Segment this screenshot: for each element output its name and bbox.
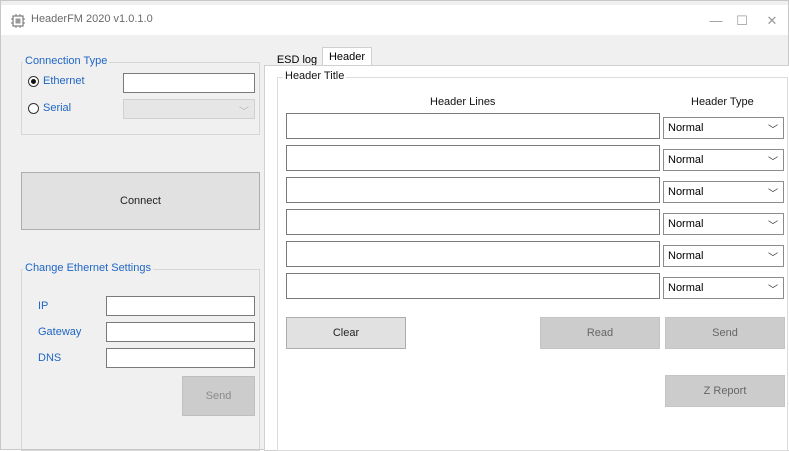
header-type-select[interactable]: Normal ﹀ <box>663 149 784 171</box>
title-bar: HeaderFM 2020 v1.0.1.0 — ☐ ✕ <box>1 5 788 35</box>
header-line-input[interactable] <box>286 177 660 203</box>
chevron-down-icon: ﹀ <box>768 253 778 264</box>
clear-button[interactable]: Clear <box>286 317 406 349</box>
dns-label: DNS <box>38 352 62 364</box>
header-type-value: Normal <box>668 186 704 198</box>
header-type-select[interactable]: Normal ﹀ <box>663 213 784 235</box>
ip-input[interactable] <box>106 296 255 316</box>
connect-button[interactable]: Connect <box>21 172 260 230</box>
header-title-legend: Header Title <box>283 70 347 82</box>
chevron-down-icon: ﹀ <box>768 221 778 232</box>
close-button[interactable]: ✕ <box>762 13 782 29</box>
gateway-input[interactable] <box>106 322 255 342</box>
read-button[interactable]: Read <box>540 317 660 349</box>
ethernet-radio-indicator[interactable] <box>28 75 39 87</box>
tab-header[interactable]: Header <box>322 47 372 66</box>
z-report-button[interactable]: Z Report <box>665 375 785 407</box>
header-line-input[interactable] <box>286 241 660 267</box>
connection-type-legend: Connection Type <box>23 55 110 67</box>
header-type-select[interactable]: Normal ﹀ <box>663 117 784 139</box>
chevron-down-icon: ﹀ <box>239 107 249 118</box>
header-type-value: Normal <box>668 250 704 262</box>
ip-label: IP <box>38 300 49 312</box>
app-window: HeaderFM 2020 v1.0.1.0 — ☐ ✕ Connection … <box>0 0 789 451</box>
header-type-select[interactable]: Normal ﹀ <box>663 245 784 267</box>
ethernet-radio-label: Ethernet <box>43 75 85 87</box>
header-line-input[interactable] <box>286 113 660 139</box>
ethernet-send-button[interactable]: Send <box>182 376 255 416</box>
header-send-button[interactable]: Send <box>665 317 785 349</box>
dns-input[interactable] <box>106 348 255 368</box>
minimize-button[interactable]: — <box>706 13 726 29</box>
window-title: HeaderFM 2020 v1.0.1.0 <box>31 13 153 25</box>
header-type-value: Normal <box>668 122 704 134</box>
chevron-down-icon: ﹀ <box>768 157 778 168</box>
app-icon <box>11 14 25 28</box>
chevron-down-icon: ﹀ <box>768 189 778 200</box>
serial-radio-label: Serial <box>43 102 72 114</box>
header-type-value: Normal <box>668 282 704 294</box>
ethernet-radio[interactable]: Ethernet <box>28 75 85 87</box>
header-line-input[interactable] <box>286 209 660 235</box>
serial-radio-indicator[interactable] <box>28 102 39 114</box>
header-type-value: Normal <box>668 218 704 230</box>
chevron-down-icon: ﹀ <box>768 285 778 296</box>
header-lines-column-label: Header Lines <box>430 96 496 108</box>
gateway-label: Gateway <box>38 326 82 338</box>
header-type-select[interactable]: Normal ﹀ <box>663 181 784 203</box>
maximize-button[interactable]: ☐ <box>732 13 752 29</box>
header-type-select[interactable]: Normal ﹀ <box>663 277 784 299</box>
ethernet-settings-legend: Change Ethernet Settings <box>23 262 153 274</box>
header-type-column-label: Header Type <box>691 96 754 108</box>
header-line-input[interactable] <box>286 145 660 171</box>
serial-port-select[interactable]: ﹀ <box>123 99 255 119</box>
ethernet-address-input[interactable] <box>123 73 255 93</box>
serial-radio[interactable]: Serial <box>28 102 71 114</box>
header-type-value: Normal <box>668 154 704 166</box>
chevron-down-icon: ﹀ <box>768 125 778 136</box>
header-line-input[interactable] <box>286 273 660 299</box>
